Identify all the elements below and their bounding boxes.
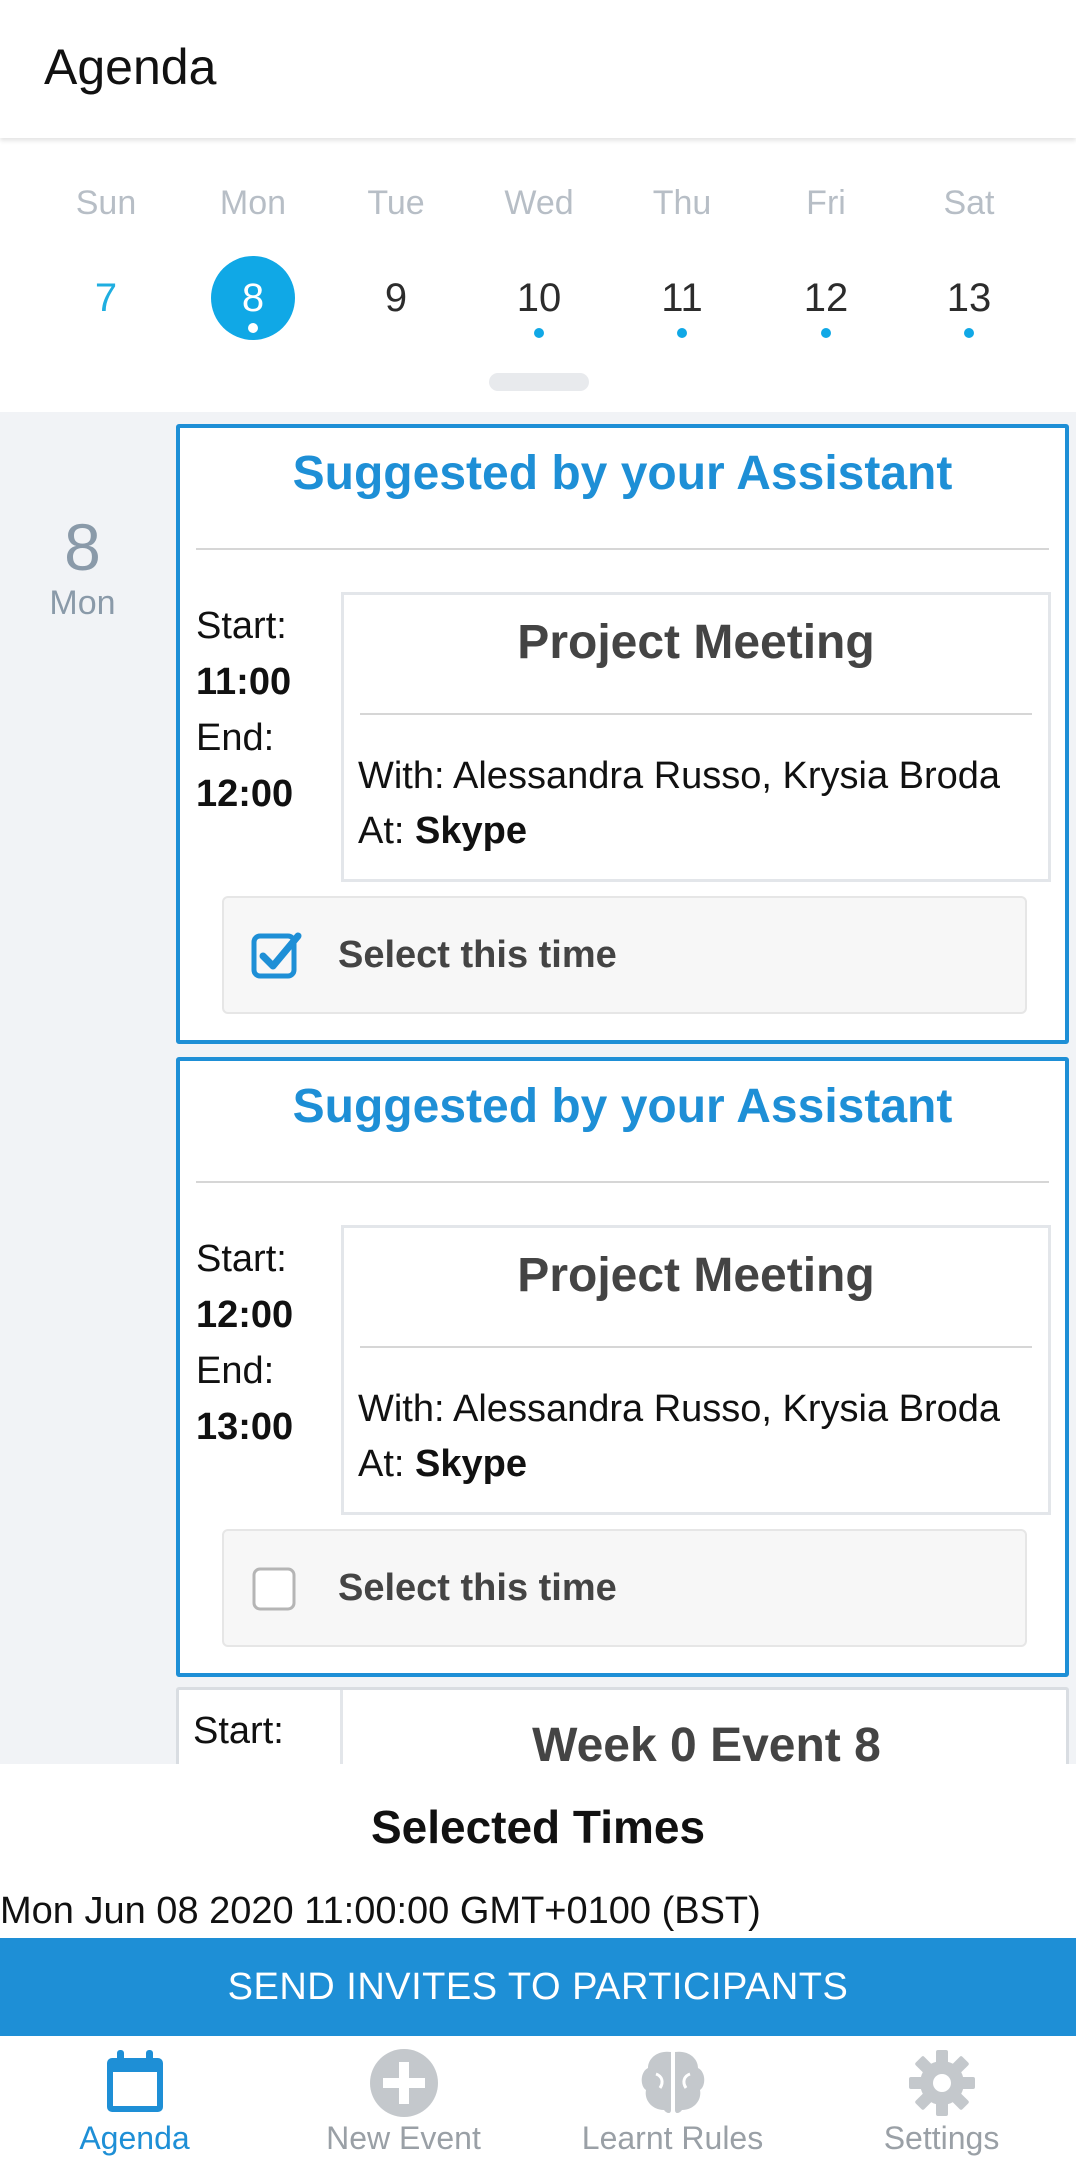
day-name: Tue xyxy=(367,184,425,222)
suggestion-card: Suggested by your Assistant Start: 11:00… xyxy=(176,424,1069,1044)
end-time: 13:00 xyxy=(196,1406,294,1448)
day-sat[interactable]: Sat 13 xyxy=(914,140,1024,340)
select-time-option[interactable]: Select this time xyxy=(222,896,1027,1014)
at-label: At: xyxy=(358,810,416,852)
end-time: 12:00 xyxy=(196,773,294,815)
suggestion-card: Suggested by your Assistant Start: 12:00… xyxy=(176,1057,1069,1677)
day-name: Thu xyxy=(652,184,712,222)
send-invites-button[interactable]: SEND INVITES TO PARTICIPANTS xyxy=(0,1938,1076,2036)
divider xyxy=(360,713,1032,715)
select-time-option[interactable]: Select this time xyxy=(222,1529,1027,1647)
day-fri[interactable]: Fri 12 xyxy=(771,140,881,340)
divider xyxy=(360,1346,1032,1348)
event-location: At: Skype xyxy=(358,810,527,853)
day-name: Sun xyxy=(75,184,137,222)
day-name: Sat xyxy=(943,184,995,222)
agenda-day-number: 8 xyxy=(64,510,101,584)
day-tue[interactable]: Tue 9 xyxy=(341,140,451,340)
event-participants: With: Alessandra Russo, Krysia Broda xyxy=(358,755,1001,797)
event-details[interactable]: Project Meeting With: Alessandra Russo, … xyxy=(341,592,1051,882)
checkbox-checked-icon[interactable] xyxy=(250,928,304,982)
location-value: Skype xyxy=(415,1443,527,1485)
event-times: Start: 12:00 End: 13:00 xyxy=(196,1231,293,1455)
selected-times-title: Selected Times xyxy=(370,1801,706,1853)
day-name: Fri xyxy=(806,184,846,222)
gear-icon xyxy=(909,2050,975,2116)
day-name: Mon xyxy=(219,184,287,222)
select-time-label: Select this time xyxy=(338,934,617,976)
start-label: Start: xyxy=(196,605,287,647)
at-label: At: xyxy=(358,1443,416,1485)
app-header: Agenda xyxy=(0,0,1076,138)
selected-time-entry: Mon Jun 08 2020 11:00:00 GMT+0100 (BST) xyxy=(0,1890,761,1932)
bottom-nav: Agenda New Event Learnt Rules Settings xyxy=(0,2036,1076,2163)
day-name: Wed xyxy=(504,184,574,222)
day-wed[interactable]: Wed 10 xyxy=(484,140,594,340)
start-time: 12:00 xyxy=(196,1294,294,1336)
week-strip: Sun 7 Mon 8 Tue 9 Wed 10 Thu 11 Fri 12 S… xyxy=(0,140,1076,412)
event-title: Week 0 Event 8 xyxy=(532,1719,881,1764)
select-time-label: Select this time xyxy=(338,1567,617,1609)
event-dot xyxy=(534,328,544,338)
calendar-icon xyxy=(107,2050,163,2112)
calendar-expand-handle[interactable] xyxy=(489,373,589,391)
tab-agenda[interactable]: Agenda xyxy=(0,2036,269,2163)
day-number: 9 xyxy=(384,276,408,320)
day-thu[interactable]: Thu 11 xyxy=(627,140,737,340)
event-dot xyxy=(964,328,974,338)
location-value: Skype xyxy=(415,810,527,852)
event-participants: With: Alessandra Russo, Krysia Broda xyxy=(358,1388,1001,1430)
day-mon[interactable]: Mon 8 xyxy=(198,140,308,340)
end-label: End: xyxy=(196,717,275,759)
brain-icon xyxy=(641,2051,705,2113)
start-label: Start: xyxy=(196,1238,287,1280)
day-number: 7 xyxy=(94,276,118,320)
agenda-day-name: Mon xyxy=(49,584,116,622)
day-sun[interactable]: Sun 7 xyxy=(51,140,161,340)
suggestion-heading: Suggested by your Assistant xyxy=(292,1080,953,1133)
event-dot xyxy=(248,323,258,333)
plus-circle-icon xyxy=(370,2049,438,2117)
divider xyxy=(196,548,1049,550)
event-times: Start: 11:00 End: 12:00 xyxy=(196,598,293,822)
tab-label: Learnt Rules xyxy=(581,2120,764,2156)
event-title: Project Meeting xyxy=(517,1249,875,1302)
suggestion-heading: Suggested by your Assistant xyxy=(292,447,953,500)
start-label: Start: xyxy=(193,1710,284,1752)
agenda-day-label: 8 Mon xyxy=(0,512,165,623)
page-title: Agenda xyxy=(44,39,217,95)
divider xyxy=(196,1181,1049,1183)
tab-label: Agenda xyxy=(79,2120,190,2156)
event-card[interactable]: Start: Week 0 Event 8 xyxy=(176,1687,1069,1764)
checkbox-unchecked-icon[interactable] xyxy=(250,1561,304,1615)
tab-label: New Event xyxy=(326,2120,481,2156)
event-location: At: Skype xyxy=(358,1443,527,1486)
start-time: 11:00 xyxy=(196,661,292,703)
event-dot xyxy=(677,328,687,338)
agenda-list[interactable]: 8 Mon Suggested by your Assistant Start:… xyxy=(0,412,1076,1764)
tab-label: Settings xyxy=(883,2120,1000,2156)
event-title: Project Meeting xyxy=(517,616,875,669)
event-details[interactable]: Project Meeting With: Alessandra Russo, … xyxy=(341,1225,1051,1515)
tab-new-event[interactable]: New Event xyxy=(269,2036,538,2163)
tab-learnt-rules[interactable]: Learnt Rules xyxy=(538,2036,807,2163)
tab-settings[interactable]: Settings xyxy=(807,2036,1076,2163)
end-label: End: xyxy=(196,1350,275,1392)
event-dot xyxy=(821,328,831,338)
event-details: Week 0 Event 8 xyxy=(340,1690,1070,1764)
